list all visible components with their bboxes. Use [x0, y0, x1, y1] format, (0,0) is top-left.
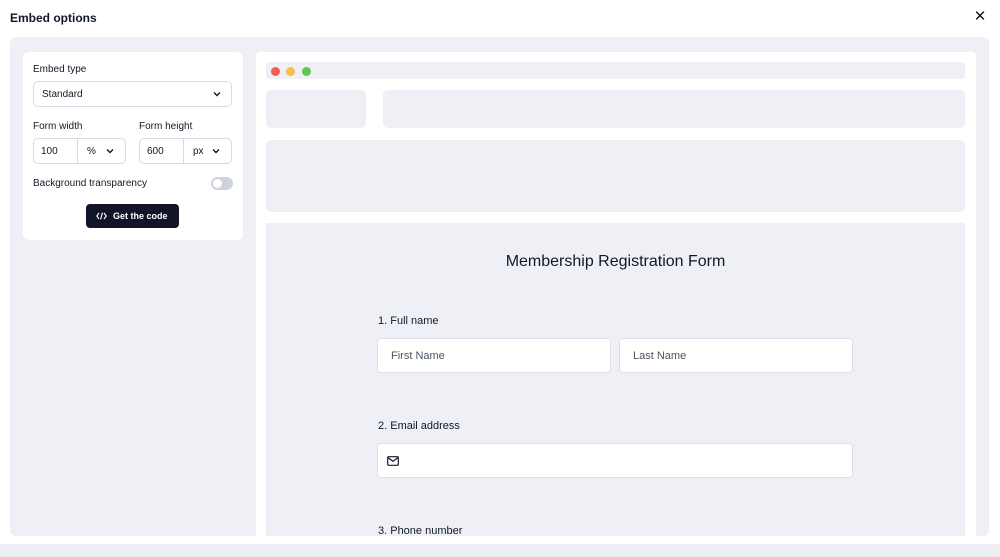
background-transparency-label: Background transparency — [33, 178, 147, 189]
form-width-label: Form width — [33, 121, 83, 132]
placeholder-logo — [266, 90, 366, 128]
window-maximize-dot — [302, 67, 311, 76]
get-code-label: Get the code — [113, 211, 168, 221]
modal-header: Embed options ✕ — [0, 0, 1000, 37]
modal-body: Embed type Standard Form width 100 % For… — [10, 37, 989, 536]
chevron-down-icon — [106, 149, 114, 154]
form-preview: Membership Registration Form 1. Full nam… — [256, 52, 976, 536]
code-icon — [96, 212, 107, 220]
close-icon[interactable]: ✕ — [972, 9, 988, 25]
mail-icon — [387, 456, 399, 466]
form-title: Membership Registration Form — [505, 253, 726, 270]
chevron-down-icon — [212, 149, 220, 154]
form-width-input[interactable]: 100 — [34, 139, 78, 163]
embed-type-value: Standard — [42, 89, 83, 100]
form-height-input[interactable]: 600 — [140, 139, 184, 163]
form-height-field: 600 px — [139, 138, 232, 164]
form-height-unit: px — [193, 146, 204, 157]
browser-title-bar — [266, 62, 965, 79]
window-minimize-dot — [286, 67, 295, 76]
form-height-unit-select[interactable]: px — [184, 139, 231, 163]
placeholder-banner — [266, 140, 965, 212]
background-transparency-toggle[interactable] — [211, 177, 233, 190]
last-name-input[interactable]: Last Name — [619, 338, 853, 373]
modal-title: Embed options — [10, 11, 97, 25]
embed-type-select[interactable]: Standard — [33, 81, 232, 107]
question-phone-label: 3. Phone number — [378, 525, 463, 536]
form-width-field: 100 % — [33, 138, 126, 164]
first-name-placeholder: First Name — [391, 350, 445, 362]
get-code-button[interactable]: Get the code — [86, 204, 179, 228]
placeholder-nav — [383, 90, 965, 128]
form-height-label: Form height — [139, 121, 193, 132]
question-email-label: 2. Email address — [378, 420, 460, 432]
embed-type-label: Embed type — [33, 64, 87, 75]
chevron-down-icon — [213, 92, 221, 97]
toggle-knob — [213, 179, 222, 188]
embed-settings-panel: Embed type Standard Form width 100 % For… — [23, 52, 243, 240]
question-full-name-label: 1. Full name — [378, 315, 439, 327]
form-width-unit: % — [87, 146, 96, 157]
email-input[interactable] — [377, 443, 853, 478]
modal-footer — [0, 544, 1000, 557]
embedded-form: Membership Registration Form 1. Full nam… — [266, 223, 965, 536]
last-name-placeholder: Last Name — [633, 350, 687, 362]
form-width-unit-select[interactable]: % — [78, 139, 125, 163]
first-name-input[interactable]: First Name — [377, 338, 611, 373]
window-close-dot — [271, 67, 280, 76]
